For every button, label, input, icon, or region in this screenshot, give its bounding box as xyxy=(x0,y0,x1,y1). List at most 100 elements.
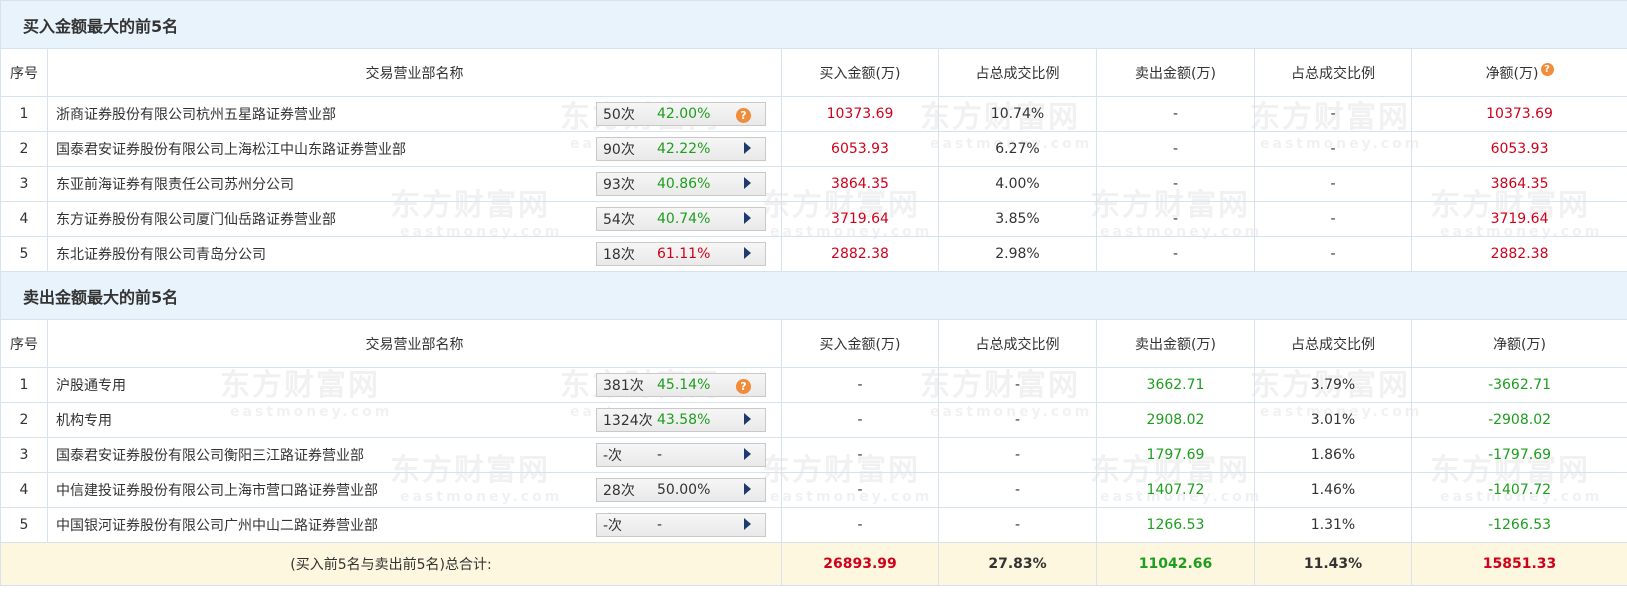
buy-amount: 6053.93 xyxy=(781,131,939,167)
sell-ratio: 1.31% xyxy=(1254,507,1412,543)
header-buy-ratio: 占总成交比例 xyxy=(938,319,1097,368)
sell-amount: - xyxy=(1096,236,1255,272)
broker-name[interactable]: 中信建投证券股份有限公司上海市营口路证券营业部 xyxy=(56,480,378,500)
arrow-right-icon[interactable] xyxy=(744,448,751,460)
question-icon[interactable]: ? xyxy=(736,108,751,123)
broker-cell: 沪股通专用 381次 45.14%? xyxy=(47,367,782,403)
header-index: 序号 xyxy=(0,319,48,368)
header-sell-amount: 卖出金额(万) xyxy=(1096,319,1255,368)
arrow-right-icon[interactable] xyxy=(744,142,751,154)
broker-stat-box[interactable]: 18次 61.11% xyxy=(596,242,766,266)
buy-ratio: - xyxy=(938,367,1097,403)
broker-name[interactable]: 中国银河证券股份有限公司广州中山二路证券营业部 xyxy=(56,515,378,535)
win-rate: - xyxy=(657,517,663,533)
buy-amount: 2882.38 xyxy=(781,236,939,272)
broker-name[interactable]: 东北证券股份有限公司青岛分公司 xyxy=(56,244,266,264)
sell-amount: 1797.69 xyxy=(1096,437,1255,473)
broker-cell: 中国银河证券股份有限公司广州中山二路证券营业部 -次 - xyxy=(47,507,782,543)
broker-cell: 东方证券股份有限公司厦门仙岳路证券营业部 54次 40.74% xyxy=(47,201,782,237)
broker-stat-box[interactable]: -次 - xyxy=(596,443,766,467)
arrow-right-icon[interactable] xyxy=(744,177,751,189)
total-sell-ratio: 11.43% xyxy=(1254,542,1412,586)
broker-name[interactable]: 东方证券股份有限公司厦门仙岳路证券营业部 xyxy=(56,209,336,229)
net-amount: 3719.64 xyxy=(1410,201,1627,237)
buy-amount: - xyxy=(781,437,939,473)
broker-cell: 中信建投证券股份有限公司上海市营口路证券营业部 28次 50.00% xyxy=(47,472,782,508)
broker-stat-box[interactable]: 93次 40.86% xyxy=(596,172,766,196)
broker-stat-box[interactable]: -次 - xyxy=(596,513,766,537)
broker-name[interactable]: 东亚前海证券有限责任公司苏州分公司 xyxy=(56,174,294,194)
arrow-right-icon[interactable] xyxy=(744,413,751,425)
listing-count: -次 xyxy=(603,448,623,464)
arrow-right-icon[interactable] xyxy=(744,518,751,530)
sell-amount: 1266.53 xyxy=(1096,507,1255,543)
arrow-right-icon[interactable] xyxy=(744,247,751,259)
total-buy-amount: 26893.99 xyxy=(781,542,939,586)
question-icon[interactable]: ? xyxy=(1540,62,1554,76)
buy-ratio: 4.00% xyxy=(938,166,1097,202)
sell-ratio: - xyxy=(1254,131,1412,167)
arrow-right-icon[interactable] xyxy=(744,212,751,224)
header-index: 序号 xyxy=(0,48,48,97)
win-rate: 40.86% xyxy=(657,176,711,192)
row-index: 5 xyxy=(0,236,48,272)
sell-amount: - xyxy=(1096,166,1255,202)
broker-stat-box[interactable]: 381次 45.14%? xyxy=(596,373,766,397)
row-index: 1 xyxy=(0,367,48,403)
buy-ratio: - xyxy=(938,472,1097,508)
table-row: 2 国泰君安证券股份有限公司上海松江中山东路证券营业部 90次 42.22% 6053.… xyxy=(0,131,1627,167)
listing-count: 18次 xyxy=(603,247,635,263)
table-row: 2 机构专用 1324次 43.58% - -2908.02 3.01% -2908.02 xyxy=(0,402,1627,438)
win-rate: 50.00% xyxy=(657,482,711,498)
win-rate: 42.00% xyxy=(657,106,711,122)
buy-ratio: - xyxy=(938,437,1097,473)
net-amount: 6053.93 xyxy=(1410,131,1627,167)
row-index: 2 xyxy=(0,131,48,167)
buy-ratio: 6.27% xyxy=(938,131,1097,167)
buy-section-title: 买入金额最大的前5名 xyxy=(0,0,1627,49)
buy-ratio: 3.85% xyxy=(938,201,1097,237)
arrow-right-icon[interactable] xyxy=(744,483,751,495)
sell-header-row: 序号 交易营业部名称 买入金额(万) 占总成交比例 卖出金额(万) 占总成交比例… xyxy=(0,319,1627,368)
sell-ratio: - xyxy=(1254,166,1412,202)
broker-cell: 东北证券股份有限公司青岛分公司 18次 61.11% xyxy=(47,236,782,272)
net-amount: 2882.38 xyxy=(1410,236,1627,272)
broker-cell: 东亚前海证券有限责任公司苏州分公司 93次 40.86% xyxy=(47,166,782,202)
broker-name[interactable]: 国泰君安证券股份有限公司上海松江中山东路证券营业部 xyxy=(56,139,406,159)
question-icon[interactable]: ? xyxy=(736,379,751,394)
broker-name[interactable]: 国泰君安证券股份有限公司衡阳三江路证券营业部 xyxy=(56,445,364,465)
row-index: 2 xyxy=(0,402,48,438)
buy-amount: - xyxy=(781,472,939,508)
header-buy-ratio: 占总成交比例 xyxy=(938,48,1097,97)
win-rate: - xyxy=(657,447,663,463)
total-net: 15851.33 xyxy=(1410,542,1627,586)
broker-stat-box[interactable]: 50次 42.00%? xyxy=(596,102,766,126)
sell-ratio: - xyxy=(1254,236,1412,272)
listing-count: 1324次 xyxy=(603,413,653,429)
table-row: 3 国泰君安证券股份有限公司衡阳三江路证券营业部 -次 - - -1797.69 1.86%… xyxy=(0,437,1627,473)
broker-cell: 国泰君安证券股份有限公司衡阳三江路证券营业部 -次 - xyxy=(47,437,782,473)
buy-amount: 10373.69 xyxy=(781,96,939,132)
broker-stat-box[interactable]: 54次 40.74% xyxy=(596,207,766,231)
broker-stat-box[interactable]: 28次 50.00% xyxy=(596,478,766,502)
broker-name[interactable]: 浙商证券股份有限公司杭州五星路证券营业部 xyxy=(56,104,336,124)
broker-name[interactable]: 机构专用 xyxy=(56,410,112,430)
broker-name[interactable]: 沪股通专用 xyxy=(56,375,126,395)
broker-stat-box[interactable]: 1324次 43.58% xyxy=(596,408,766,432)
buy-section-title-row: 买入金额最大的前5名 xyxy=(0,0,1627,49)
header-broker-name: 交易营业部名称 xyxy=(47,319,782,368)
net-amount: 10373.69 xyxy=(1410,96,1627,132)
listing-count: -次 xyxy=(603,518,623,534)
row-index: 4 xyxy=(0,201,48,237)
buy-amount: 3719.64 xyxy=(781,201,939,237)
win-rate: 61.11% xyxy=(657,246,711,262)
net-amount: -2908.02 xyxy=(1410,402,1627,438)
header-sell-amount: 卖出金额(万) xyxy=(1096,48,1255,97)
table-row: 1 浙商证券股份有限公司杭州五星路证券营业部 50次 42.00%? 10373.69 1… xyxy=(0,96,1627,132)
row-index: 4 xyxy=(0,472,48,508)
table-row: 5 东北证券股份有限公司青岛分公司 18次 61.11% 2882.38 2.98% - -2… xyxy=(0,236,1627,272)
win-rate: 43.58% xyxy=(657,412,711,428)
listing-count: 54次 xyxy=(603,212,635,228)
broker-stat-box[interactable]: 90次 42.22% xyxy=(596,137,766,161)
sell-amount: 3662.71 xyxy=(1096,367,1255,403)
